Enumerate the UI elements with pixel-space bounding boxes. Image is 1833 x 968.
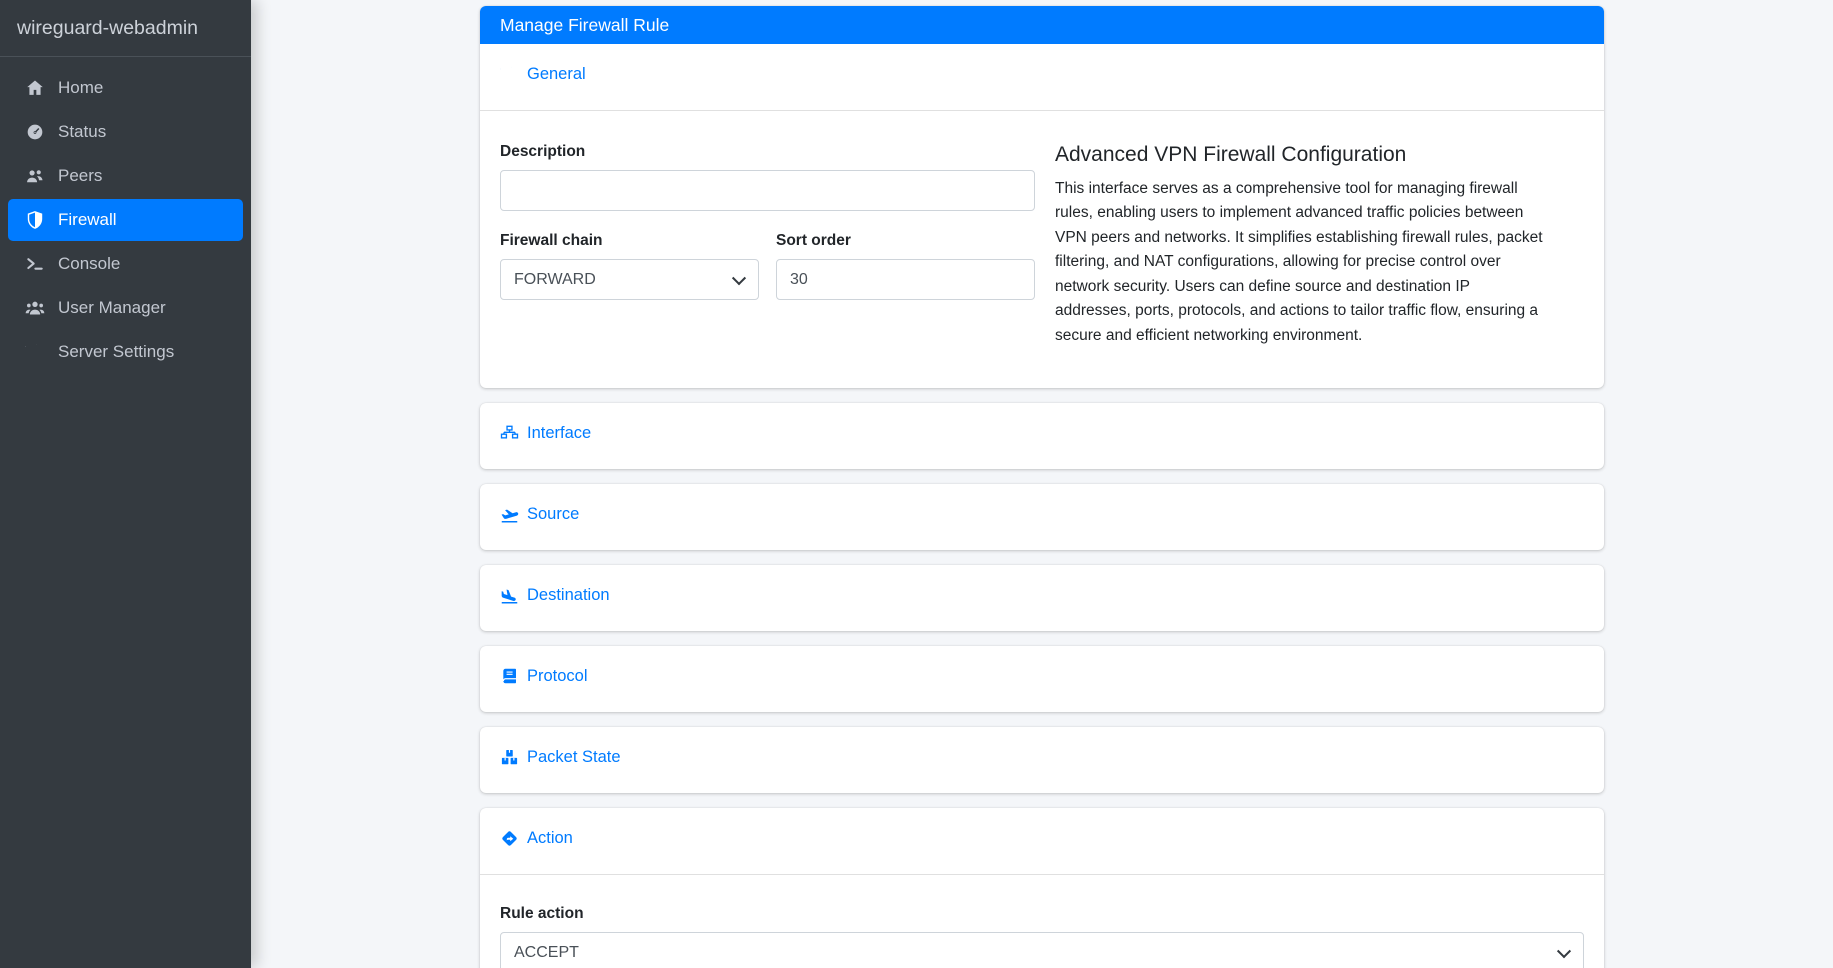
sidebar-item-status[interactable]: Status [8,111,243,153]
rule-action-select-wrap: ACCEPT [500,932,1584,968]
sidebar-item-home[interactable]: Home [8,67,243,109]
gears-icon [500,65,519,84]
firewall-chain-label: Firewall chain [500,232,759,250]
sidebar-item-peers[interactable]: Peers [8,155,243,197]
interface-section-card: Interface [480,403,1604,469]
section-label: General [527,65,586,84]
section-label: Protocol [527,667,588,686]
description-field-group: Description [500,143,1035,211]
content-area: Manage Firewall Rule General Description… [251,0,1833,968]
section-toggle-packet-state[interactable]: Packet State [500,748,621,767]
rule-action-field-group: Rule action ACCEPT [500,905,1584,968]
diamond-turn-right-icon [500,829,519,848]
sidebar-item-label: Console [58,254,120,274]
users-gear-icon [16,166,53,186]
sidebar-item-console[interactable]: Console [8,243,243,285]
destination-section-card: Destination [480,565,1604,631]
section-label: Source [527,505,579,524]
info-text: This interface serves as a comprehensive… [1055,177,1548,348]
firewall-chain-field-group: Firewall chain FORWARD [500,232,759,300]
sort-order-input[interactable] [776,259,1035,300]
section-toggle-protocol[interactable]: Protocol [500,667,588,686]
protocol-section-card: Protocol [480,646,1604,712]
sidebar-item-label: Peers [58,166,102,186]
firewall-chain-select-wrap: FORWARD [500,259,759,300]
section-toggle-general[interactable]: General [500,65,586,84]
network-wired-icon [500,424,519,443]
sidebar: wireguard-webadmin Home Status Peers Fir… [0,0,251,968]
section-toggle-destination[interactable]: Destination [500,586,610,605]
source-section-card: Source [480,484,1604,550]
description-label: Description [500,143,1035,161]
gears-icon [16,342,53,362]
rule-action-label: Rule action [500,905,1584,923]
sidebar-item-label: Firewall [58,210,117,230]
description-input[interactable] [500,170,1035,211]
firewall-chain-select[interactable]: FORWARD [500,259,759,300]
plane-arrival-icon [500,586,519,605]
sidebar-item-label: Status [58,122,106,142]
section-label: Action [527,829,573,848]
sidebar-item-user-manager[interactable]: User Manager [8,287,243,329]
sidebar-item-label: User Manager [58,298,166,318]
sidebar-item-label: Server Settings [58,342,174,362]
sidebar-item-firewall[interactable]: Firewall [8,199,243,241]
boxes-stacked-icon [500,748,519,767]
rule-action-select[interactable]: ACCEPT [500,932,1584,968]
section-toggle-interface[interactable]: Interface [500,424,591,443]
gauge-icon [16,122,53,142]
home-icon [16,78,53,98]
sort-order-field-group: Sort order [776,232,1035,300]
terminal-icon [16,254,53,274]
book-icon [500,667,519,686]
app-brand: wireguard-webadmin [0,0,251,57]
info-heading: Advanced VPN Firewall Configuration [1055,143,1548,167]
packet-state-section-card: Packet State [480,727,1604,793]
section-label: Packet State [527,748,621,767]
users-icon [16,298,53,318]
shield-halved-icon [16,210,53,230]
manage-firewall-rule-card: Manage Firewall Rule General Description… [480,6,1604,388]
action-section-card: Action Rule action ACCEPT [480,808,1604,968]
sort-order-label: Sort order [776,232,1035,250]
page-title: Manage Firewall Rule [480,6,1604,44]
sidebar-item-server-settings[interactable]: Server Settings [8,331,243,373]
section-toggle-action[interactable]: Action [500,829,573,848]
plane-departure-icon [500,505,519,524]
sidebar-item-label: Home [58,78,103,98]
section-label: Destination [527,586,610,605]
section-toggle-source[interactable]: Source [500,505,579,524]
sidebar-nav: Home Status Peers Firewall Console User … [0,57,251,373]
info-panel: Advanced VPN Firewall Configuration This… [1035,143,1584,348]
section-label: Interface [527,424,591,443]
